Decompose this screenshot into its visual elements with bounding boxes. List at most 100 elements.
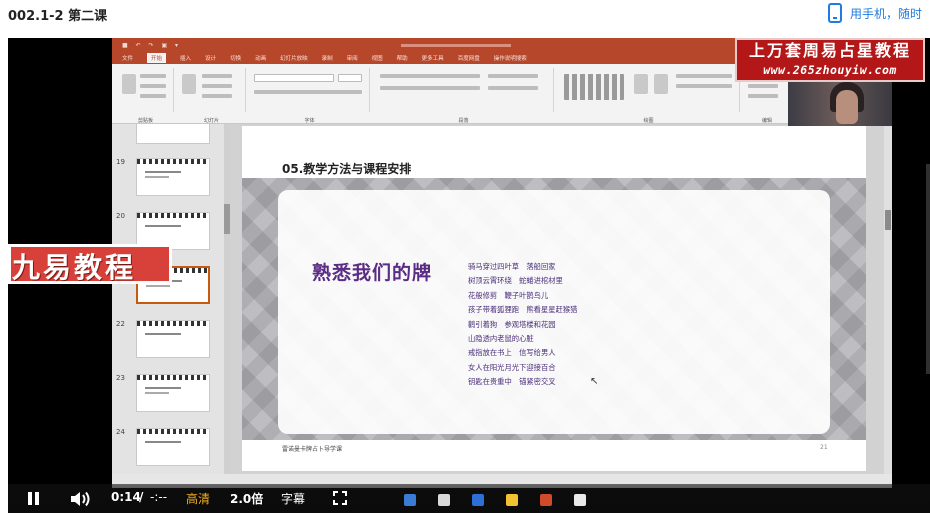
ribbon-text — [748, 84, 778, 88]
font-size-box — [338, 74, 362, 82]
volume-icon[interactable] — [70, 491, 92, 507]
fullscreen-button[interactable] — [333, 491, 347, 505]
ribbon-group-drawing: 绘图 — [558, 68, 740, 124]
slide-line: 花般修剪 鞭子叶鹊鸟儿 — [468, 290, 549, 300]
phone-icon — [828, 3, 842, 23]
watermark-logo-right: 上万套周易占星教程 www.265zhouyiw.com — [735, 38, 925, 82]
ribbon-text — [676, 84, 732, 88]
slide-footer: 雷诺曼卡牌占卜导学课 — [282, 446, 343, 453]
ppt-tab: 操作说明搜索 — [493, 56, 527, 62]
ppt-tab: 更多工具 — [421, 56, 444, 62]
recorded-taskbar — [392, 490, 922, 510]
ppt-tab: 动画 — [255, 56, 267, 62]
paragraph-row — [380, 86, 480, 90]
taskbar-app-icon — [540, 494, 552, 506]
quick-styles-icon — [654, 74, 668, 94]
slide-line: 钥匙在贵重中 锚紧密交叉 — [468, 377, 556, 387]
ribbon-group-font: 字体 — [250, 68, 370, 124]
ppt-tab: 文件 — [122, 56, 134, 62]
slide-thumbnail[interactable] — [136, 124, 210, 144]
ppt-tab: 录制 — [321, 56, 333, 62]
slide-editing-area: 05.教学方法与课程安排 熟悉我们的牌 骑马穿过四叶草 落船回家 树顶云霄环绕 … — [230, 124, 884, 474]
time-separator: / — [139, 490, 144, 504]
paragraph-row — [380, 74, 480, 78]
ribbon-group-label: 幻灯片 — [203, 118, 219, 124]
slide-text-lines: 骑马穿过四叶草 落船回家 树顶云霄环绕 蛇蜷进棺材里 花般修剪 鞭子叶鹊鸟儿 孩… — [468, 260, 577, 390]
ppt-tab: 百度网盘 — [457, 56, 480, 62]
slide-thumbnail[interactable] — [136, 320, 210, 358]
subtitles-button[interactable]: 字幕 — [281, 490, 305, 507]
slide-line: 孩子带着狐狸跑 熊看星星赶猴猎 — [468, 305, 578, 315]
slide-page-number: 21 — [820, 444, 828, 451]
arrange-icon — [634, 74, 648, 94]
paragraph-row — [488, 86, 538, 90]
watermark-line1: 上万套周易占星教程 — [748, 41, 911, 60]
watermark-brand-text: 九易教程 — [12, 251, 137, 284]
slide-thumbnails-pane: 19 20 21 22 23 24 — [112, 124, 230, 474]
slide-line: 山隐透内老鼠的心脏 — [468, 334, 534, 344]
ppt-tab: 设计 — [205, 56, 217, 62]
quick-access-icons: ■ ↶ ↷ ▣ ▾ — [122, 41, 182, 49]
taskbar-app-icon — [472, 494, 484, 506]
ppt-title-blur — [401, 43, 512, 47]
slide-line: 骑马穿过四叶草 落船回家 — [468, 262, 556, 271]
ribbon-text — [748, 94, 778, 98]
ribbon-group-slides: 幻灯片 — [178, 68, 246, 124]
time-current: 0:14 — [111, 490, 141, 504]
taskbar-app-icon — [438, 494, 450, 506]
font-format-row — [254, 90, 362, 94]
quality-button[interactable]: 高清 — [186, 490, 210, 507]
speed-button[interactable]: 2.0倍 — [230, 490, 263, 507]
mobile-watch-link[interactable]: 用手机，随时 — [828, 3, 922, 23]
watermark-logo-left: 九易教程 — [8, 244, 172, 284]
ppt-tab-active: 开始 — [147, 53, 167, 63]
ribbon-text — [202, 84, 232, 88]
ribbon-text — [140, 84, 166, 88]
ppt-tab: 插入 — [180, 56, 192, 62]
new-slide-icon — [182, 74, 196, 94]
thumb-number: 19 — [116, 158, 125, 166]
slide-thumbnail[interactable] — [136, 428, 210, 466]
page-header: 002.1-2 第二课 用手机，随时 — [0, 0, 930, 30]
pause-button[interactable] — [28, 492, 40, 505]
ppt-tab: 视图 — [371, 56, 383, 62]
ribbon-group-label: 字体 — [304, 118, 315, 124]
ribbon-group-label: 剪贴板 — [137, 118, 153, 124]
page-title: 002.1-2 第二课 — [8, 9, 108, 24]
mouse-cursor-icon: ↖ — [590, 376, 599, 387]
ribbon-group-label: 绘图 — [643, 118, 654, 124]
thumb-number: 22 — [116, 320, 125, 328]
slide-big-title: 熟悉我们的牌 — [312, 262, 433, 284]
slide-thumbnail[interactable] — [136, 374, 210, 412]
font-name-box — [254, 74, 334, 82]
ribbon-group-clipboard: 剪贴板 — [118, 68, 174, 124]
slide-line: 女人在阳光月光下迎接百合 — [468, 362, 556, 372]
slide-line: 树顶云霄环绕 蛇蜷进棺材里 — [468, 276, 563, 286]
ppt-tab: 切换 — [230, 56, 242, 62]
time-total: -:-- — [150, 490, 168, 504]
taskbar-app-icon — [506, 494, 518, 506]
ppt-tab: 审阅 — [346, 56, 358, 62]
ribbon-text — [676, 74, 732, 78]
shapes-gallery — [564, 74, 624, 100]
slide-line: 戒指放在书上 信写给男人 — [468, 348, 556, 358]
ppt-tab: 幻灯片放映 — [280, 56, 308, 62]
slide-heading: 05.教学方法与课程安排 — [282, 162, 412, 176]
ribbon-text — [202, 94, 232, 98]
ribbon-group-label: 段落 — [458, 118, 469, 124]
taskbar-app-icon — [574, 494, 586, 506]
slide-scrollbar[interactable] — [884, 124, 892, 474]
thumb-number: 20 — [116, 212, 125, 220]
video-player[interactable]: ■ ↶ ↷ ▣ ▾ 文件 开始 插入 设计 切换 动画 幻灯片放映 录制 审阅 … — [8, 38, 930, 513]
slide-line: 鹳引着狗 参观塔楼和花园 — [468, 319, 556, 329]
thumb-number: 23 — [116, 374, 125, 382]
powerpoint-window: ■ ↶ ↷ ▣ ▾ 文件 开始 插入 设计 切换 动画 幻灯片放映 录制 审阅 … — [112, 38, 892, 488]
paste-icon — [122, 74, 136, 94]
presenter-face — [836, 90, 858, 124]
ppt-tab: 帮助 — [396, 56, 408, 62]
current-slide: 05.教学方法与课程安排 熟悉我们的牌 骑马穿过四叶草 落船回家 树顶云霄环绕 … — [242, 126, 866, 471]
ribbon-text — [140, 94, 166, 98]
slide-thumbnail[interactable] — [136, 158, 210, 196]
ribbon-group-paragraph: 段落 — [374, 68, 554, 124]
ribbon-text — [140, 74, 166, 78]
